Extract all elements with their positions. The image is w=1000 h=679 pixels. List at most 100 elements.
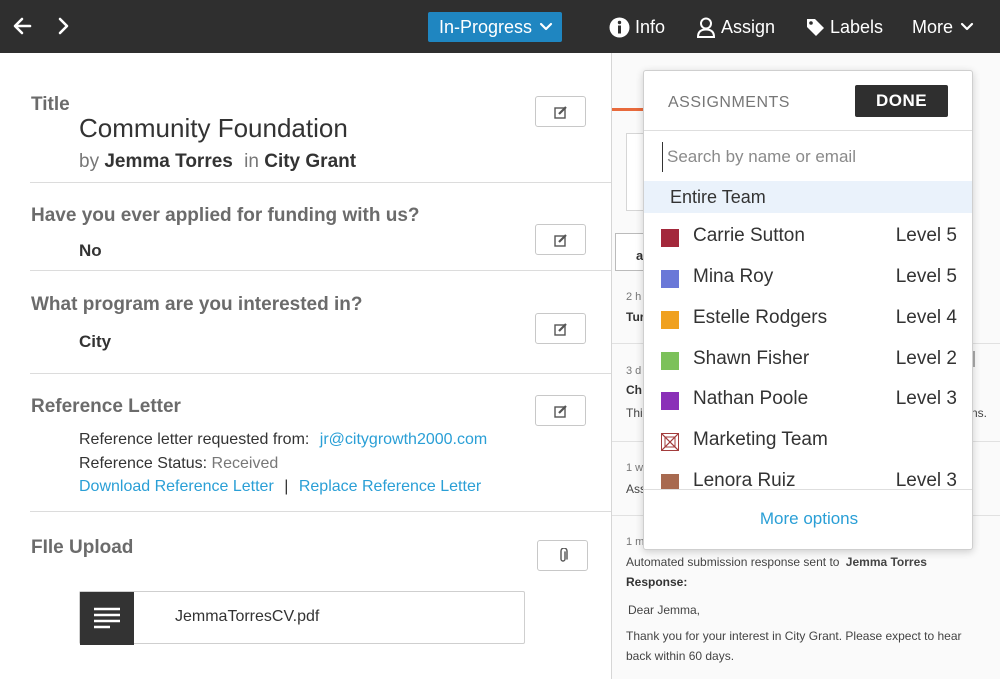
- more-label: More: [912, 17, 954, 37]
- reference-status-value: Received: [211, 455, 279, 472]
- member-name: Lenora Ruiz: [693, 470, 796, 490]
- assignee-option[interactable]: Shawn Fisher Level 2: [644, 340, 972, 380]
- member-color-swatch: [661, 270, 679, 288]
- response-greeting: Dear Jemma,: [628, 603, 701, 617]
- edit-reference-button[interactable]: [535, 395, 586, 426]
- paperclip-icon: [559, 547, 568, 562]
- assignments-title: ASSIGNMENTS: [668, 94, 790, 111]
- member-level: Level 3: [895, 388, 957, 409]
- assignee-option[interactable]: Nathan Poole Level 3: [644, 380, 972, 420]
- done-button[interactable]: DONE: [855, 85, 948, 117]
- assignments-header: ASSIGNMENTS DONE: [644, 71, 972, 131]
- member-name: Estelle Rodgers: [693, 307, 828, 328]
- member-level: Level 3: [895, 470, 957, 490]
- activity-heading: Ch: [626, 383, 642, 397]
- attach-file-button[interactable]: [537, 540, 588, 571]
- edit-icon: [553, 404, 567, 418]
- response-label: Response:: [626, 575, 688, 589]
- activity-time: 2 h: [626, 291, 642, 303]
- edit-icon: [553, 322, 567, 336]
- question-label: Have you ever applied for funding with u…: [31, 205, 420, 226]
- question-label: What program are you interested in?: [31, 294, 363, 315]
- team-pattern-icon: [661, 433, 679, 451]
- reference-status-label: Reference Status:: [79, 455, 208, 472]
- response-body: Thank you for your interest in City Gran…: [626, 629, 962, 663]
- forward-chevron-icon[interactable]: [50, 13, 76, 39]
- reference-status-line: Reference Status: Received: [79, 455, 278, 473]
- edit-icon: [553, 105, 567, 119]
- status-label: In-Progress: [439, 17, 533, 37]
- reference-letter-label: Reference Letter: [31, 396, 181, 417]
- activity-time: 1 m: [626, 536, 645, 548]
- reference-requested-line: Reference letter requested from: jr@city…: [79, 431, 487, 449]
- uploaded-file-card[interactable]: JemmaTorresCV.pdf: [79, 591, 525, 645]
- member-name: Shawn Fisher: [693, 348, 810, 369]
- edit-title-button[interactable]: [535, 96, 586, 127]
- edit-icon: [553, 233, 567, 247]
- activity-time: 3 d: [626, 365, 642, 377]
- member-level: Level 5: [895, 266, 957, 287]
- scroll-marker: [973, 351, 975, 367]
- assignee-option[interactable]: Carrie Sutton Level 5: [644, 217, 972, 257]
- file-name: JemmaTorresCV.pdf: [175, 608, 320, 625]
- submission-note-text: Automated submission response sent to: [626, 555, 840, 569]
- member-name: Nathan Poole: [693, 388, 809, 409]
- member-level: Level 5: [895, 225, 957, 246]
- applicant-name: Jemma Torres: [104, 151, 233, 172]
- submission-note: Automated submission response sent to Je…: [626, 555, 927, 569]
- activity-text-tail: ns.: [971, 406, 988, 420]
- in-word: in: [244, 151, 259, 172]
- labels-button[interactable]: Labels: [805, 13, 883, 41]
- member-level: Level 2: [895, 348, 957, 369]
- application-detail-pane: Title Community Foundation by Jemma Torr…: [0, 53, 611, 679]
- application-title: Community Foundation: [79, 113, 348, 143]
- info-label: Info: [635, 17, 666, 37]
- replace-reference-link[interactable]: Replace Reference Letter: [299, 478, 481, 495]
- activity-time: 1 w: [626, 462, 644, 474]
- tag-icon: [807, 19, 824, 36]
- link-separator: |: [284, 478, 289, 495]
- user-icon: [696, 17, 716, 38]
- section-divider: [30, 373, 611, 374]
- status-dropdown-button[interactable]: In-Progress: [428, 12, 562, 42]
- member-color-swatch: [661, 352, 679, 370]
- member-color-swatch: [661, 392, 679, 410]
- info-icon: [609, 17, 630, 37]
- back-arrow-icon[interactable]: [10, 13, 36, 39]
- labels-label: Labels: [830, 17, 884, 37]
- submission-recipient: Jemma Torres: [845, 555, 927, 569]
- document-icon: [80, 592, 134, 645]
- member-name: Mina Roy: [693, 266, 774, 287]
- team-option[interactable]: Marketing Team: [644, 421, 972, 461]
- assignee-option[interactable]: Mina Roy Level 5: [644, 258, 972, 298]
- edit-answer-button[interactable]: [535, 224, 586, 255]
- edit-answer-button[interactable]: [535, 313, 586, 344]
- info-button[interactable]: Info: [609, 13, 665, 41]
- section-divider: [30, 511, 611, 512]
- member-color-swatch: [661, 474, 679, 489]
- assignee-option[interactable]: Estelle Rodgers Level 4: [644, 299, 972, 339]
- more-options-link[interactable]: More options: [644, 509, 972, 529]
- assignments-dropdown: ASSIGNMENTS DONE Entire Team Carrie Sutt…: [643, 70, 973, 550]
- more-menu-button[interactable]: More: [912, 13, 980, 41]
- question-answer: No: [79, 241, 102, 260]
- assignee-options-list: Entire Team Carrie Sutton Level 5 Mina R…: [644, 181, 972, 490]
- assign-button[interactable]: Assign: [696, 13, 775, 41]
- download-reference-link[interactable]: Download Reference Letter: [79, 478, 274, 495]
- assignee-option[interactable]: Lenora Ruiz Level 3: [644, 462, 972, 490]
- active-tab-indicator: [612, 108, 644, 111]
- file-upload-label: FIle Upload: [31, 537, 134, 558]
- application-byline: by Jemma Torres in City Grant: [79, 151, 356, 173]
- program-name: City Grant: [264, 151, 357, 172]
- reference-email-link[interactable]: jr@citygrowth2000.com: [320, 431, 487, 448]
- by-word: by: [79, 151, 100, 172]
- chevron-down-icon: [960, 22, 974, 31]
- activity-text: Thi: [626, 406, 643, 420]
- member-color-swatch: [661, 229, 679, 247]
- team-name: Marketing Team: [693, 429, 828, 450]
- member-name: Carrie Sutton: [693, 225, 805, 246]
- entire-team-option[interactable]: Entire Team: [644, 181, 972, 213]
- assignee-search-input[interactable]: [662, 142, 962, 172]
- member-color-swatch: [661, 311, 679, 329]
- title-section-label: Title: [31, 94, 70, 115]
